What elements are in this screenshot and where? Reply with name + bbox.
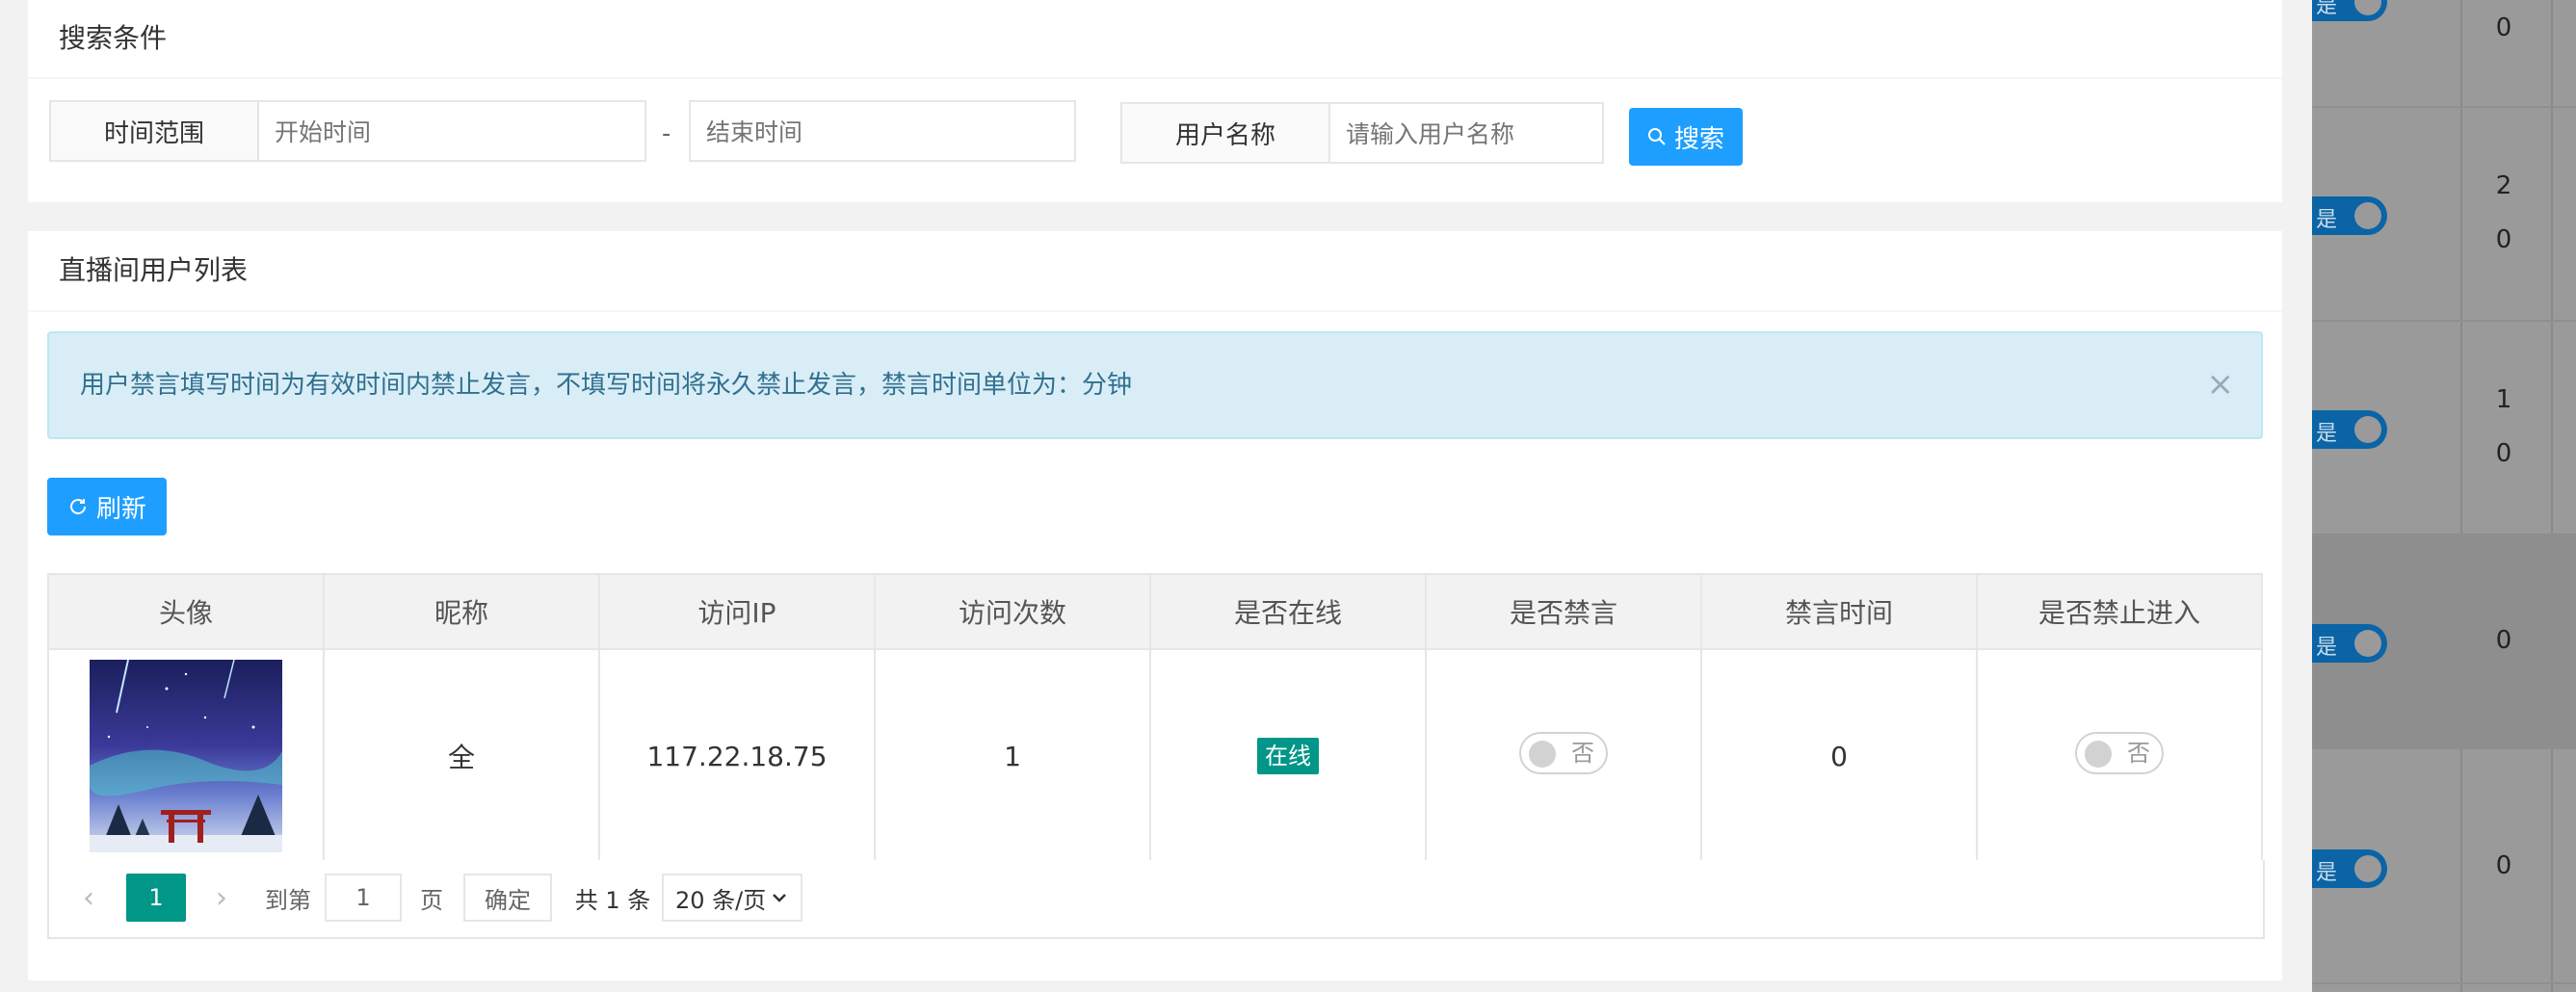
ban-toggle-label: 否: [2127, 739, 2150, 767]
column-header: 是否在线: [1149, 573, 1427, 650]
bg-toggle-label: 是: [2316, 422, 2338, 446]
column-header: 访问次数: [874, 573, 1151, 650]
main-panel: 搜索条件 时间范围 开始时间 - 结束时间 用户名称 请输入用户名称 搜索 直播…: [0, 0, 2312, 992]
username-field: 用户名称 请输入用户名称: [1120, 102, 1604, 164]
time-range-field: 时间范围 开始时间: [49, 100, 646, 162]
goto-page-input[interactable]: 1: [325, 874, 402, 922]
row-divider: [2312, 106, 2576, 108]
page-size-value: 20 条/页: [675, 886, 767, 914]
search-card: 搜索条件 时间范围 开始时间 - 结束时间 用户名称 请输入用户名称 搜索: [28, 0, 2282, 202]
total-count: 共 1 条: [574, 886, 651, 914]
row-divider: [2312, 747, 2576, 749]
ban-toggle[interactable]: 否: [2075, 731, 2164, 774]
toggle-knob: [2085, 740, 2112, 768]
search-icon: [1647, 128, 1666, 145]
avatar-cell: [47, 648, 325, 864]
chevron-down-icon: [773, 894, 787, 902]
nickname-cell: 全: [323, 648, 600, 864]
refresh-icon: [70, 499, 86, 514]
bg-toggle: 是: [2312, 410, 2387, 449]
online-badge: 在线: [1257, 738, 1319, 774]
bg-toggle-label: 是: [2316, 861, 2338, 885]
pagination: ‹ 1 › 到第 1 页 确定 共 1 条 20 条/页: [47, 860, 2265, 939]
avatar: [90, 660, 282, 852]
username-label: 用户名称: [1122, 104, 1330, 162]
mute-toggle[interactable]: 否: [1519, 731, 1608, 774]
column-divider: [2460, 0, 2462, 992]
toggle-knob: [2354, 416, 2381, 443]
refresh-button-label: 刷新: [95, 494, 146, 524]
row-divider: [2312, 982, 2576, 984]
alert-text: 用户禁言填写时间为有效时间内禁止发言，不填写时间将永久禁止发言，禁言时间单位为：…: [80, 371, 1133, 400]
page-size-select[interactable]: 20 条/页: [662, 874, 802, 922]
table-row: 全 117.22.18.75 1 在线 否 0 否: [47, 648, 2263, 864]
bg-value: 0: [2495, 851, 2512, 880]
mute-time-cell: 0: [1700, 648, 1978, 864]
bg-toggle: 是: [2312, 196, 2387, 235]
bg-toggle: 是: [2312, 849, 2387, 888]
column-header: 头像: [47, 573, 325, 650]
prev-page-icon[interactable]: ‹: [74, 874, 103, 922]
column-divider: [2551, 0, 2553, 992]
time-range-label: 时间范围: [51, 102, 259, 160]
bg-toggle-label: 是: [2316, 208, 2338, 232]
next-page-icon[interactable]: ›: [207, 874, 236, 922]
bg-toggle: 是: [2312, 624, 2387, 663]
muted-cell: 否: [1425, 648, 1702, 864]
bg-value: 0: [2495, 439, 2512, 468]
column-header: 访问IP: [598, 573, 876, 650]
banned-cell: 否: [1976, 648, 2263, 864]
toggle-knob: [2354, 630, 2381, 657]
refresh-button[interactable]: 刷新: [47, 478, 167, 535]
table-header-row: 头像 昵称 访问IP 访问次数 是否在线 是否禁言 禁言时间 是否禁止进入: [47, 573, 2263, 650]
toggle-knob: [2354, 0, 2381, 15]
search-card-title: 搜索条件: [28, 0, 2282, 79]
user-list-card: 直播间用户列表 用户禁言填写时间为有效时间内禁止发言，不填写时间将永久禁止发言，…: [28, 231, 2282, 980]
user-table: 头像 昵称 访问IP 访问次数 是否在线 是否禁言 禁言时间 是否禁止进入 全 …: [47, 573, 2263, 864]
bg-toggle: 是: [2312, 0, 2387, 21]
user-list-title: 直播间用户列表: [28, 231, 2282, 312]
search-button-label: 搜索: [1673, 124, 1724, 154]
toggle-knob: [1529, 740, 1556, 768]
ip-cell: 117.22.18.75: [598, 648, 876, 864]
start-time-input[interactable]: 开始时间: [259, 102, 644, 160]
goto-label: 到第: [265, 886, 311, 914]
column-header: 是否禁言: [1425, 573, 1702, 650]
bg-value: 0: [2495, 13, 2512, 42]
search-button[interactable]: 搜索: [1629, 108, 1743, 166]
online-cell: 在线: [1149, 648, 1427, 864]
bg-value: 0: [2495, 626, 2512, 655]
toggle-knob: [2354, 855, 2381, 882]
mute-toggle-label: 否: [1571, 739, 1594, 767]
info-alert: 用户禁言填写时间为有效时间内禁止发言，不填写时间将永久禁止发言，禁言时间单位为：…: [47, 331, 2263, 439]
end-time-field: 结束时间: [689, 100, 1076, 162]
bg-toggle-label: 是: [2316, 636, 2338, 660]
page-suffix: 页: [420, 886, 443, 914]
toggle-knob: [2354, 202, 2381, 229]
column-header: 昵称: [323, 573, 600, 650]
username-input[interactable]: 请输入用户名称: [1330, 104, 1602, 162]
confirm-button[interactable]: 确定: [463, 874, 552, 922]
column-header: 禁言时间: [1700, 573, 1978, 650]
row-divider: [2312, 320, 2576, 322]
close-icon[interactable]: ×: [2207, 368, 2235, 401]
visits-cell: 1: [874, 648, 1151, 864]
column-header: 是否禁止进入: [1976, 573, 2263, 650]
bg-toggle-label: 是: [2316, 0, 2338, 18]
page-1-button[interactable]: 1: [126, 874, 186, 922]
bg-value: 2: [2495, 171, 2512, 200]
bg-value: 1: [2495, 385, 2512, 414]
background-page-overlay: 是 0 是 2 0 是 1 0 是 0 是 0: [2312, 0, 2576, 992]
bg-value: 0: [2495, 225, 2512, 254]
end-time-input[interactable]: 结束时间: [691, 102, 1072, 160]
range-separator: -: [662, 119, 671, 148]
